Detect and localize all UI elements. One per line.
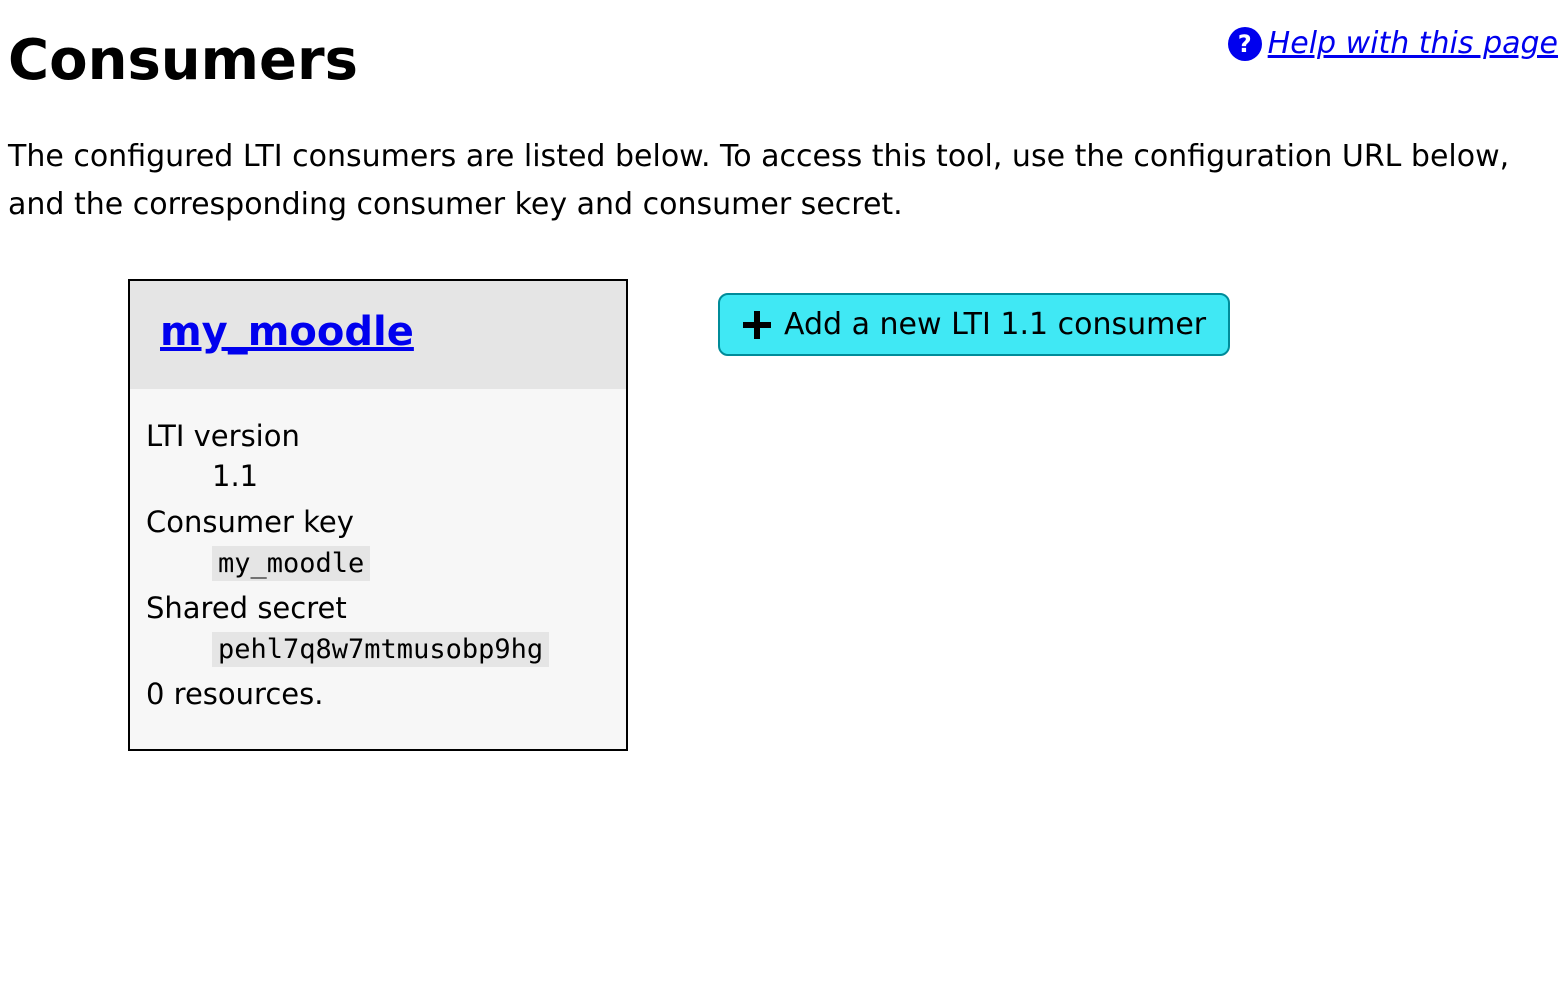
consumer-card: my_moodle LTI version 1.1 Consumer key m… — [128, 279, 628, 751]
page-description: The configured LTI consumers are listed … — [8, 133, 1548, 229]
add-consumer-label: Add a new LTI 1.1 consumer — [784, 307, 1206, 342]
shared-secret-label: Shared secret — [146, 591, 610, 625]
plus-icon — [742, 310, 772, 340]
consumer-card-header: my_moodle — [130, 281, 626, 389]
resources-count: 0 resources. — [146, 677, 610, 711]
consumer-card-body: LTI version 1.1 Consumer key my_moodle S… — [130, 389, 626, 749]
help-link-text: Help with this page — [1268, 26, 1558, 61]
lti-version-value: 1.1 — [212, 459, 610, 493]
add-consumer-button[interactable]: Add a new LTI 1.1 consumer — [718, 293, 1230, 356]
consumer-key-label: Consumer key — [146, 505, 610, 539]
consumer-key-value: my_moodle — [212, 546, 370, 581]
help-link[interactable]: ? Help with this page — [1228, 26, 1558, 61]
page-title: Consumers — [8, 28, 358, 93]
shared-secret-value: pehl7q8w7mtmusobp9hg — [212, 632, 549, 667]
help-icon: ? — [1228, 27, 1262, 61]
consumer-name-link[interactable]: my_moodle — [160, 309, 414, 355]
lti-version-label: LTI version — [146, 419, 610, 453]
